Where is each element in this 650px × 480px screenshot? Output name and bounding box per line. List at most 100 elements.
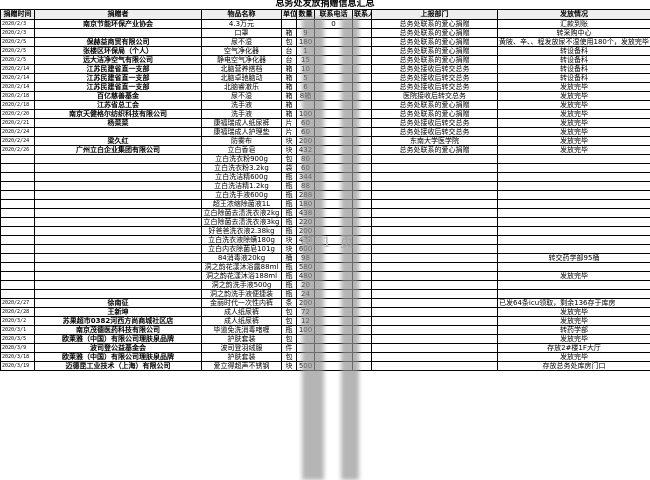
table-row: 立白洗手液600g瓶288 (0, 190, 650, 200)
table-cell: 2020/2/5 (0, 37, 35, 47)
table-cell: 康福瑞成人护理垫 (201, 127, 282, 137)
table-cell: 箱 (281, 64, 297, 74)
table-cell: 立白除菌去渍洗衣液2kg (201, 208, 282, 218)
table-cell: 2020/2/27 (0, 298, 35, 308)
table-cell: 发放完毕 (497, 307, 650, 317)
table-cell: 发放完毕 (497, 352, 650, 362)
table-cell: 包 (281, 154, 297, 164)
table-cell: 4.3万元 (201, 19, 282, 29)
table-cell: 转药学部 (497, 325, 650, 335)
table-cell (34, 289, 202, 299)
table-cell (371, 316, 498, 326)
table-row: 2020/3/2苏果超市0382河西方尚商城社区店成人纸尿裤包12发放完毕 (0, 316, 650, 326)
column-header: 上报部门 (371, 9, 498, 20)
table-cell (34, 208, 202, 218)
table-cell (34, 217, 202, 227)
table-cell (0, 163, 35, 173)
table-cell: 块 (281, 136, 297, 146)
table-cell: 2020/2/14 (0, 73, 35, 83)
table-cell (34, 190, 202, 200)
table-cell (371, 280, 498, 290)
table-cell (497, 181, 650, 191)
table-cell (497, 154, 650, 164)
table-cell: 欧莱雅（中国）有限公司理肤泉品牌 (34, 352, 202, 362)
table-row: 2020/2/26广州立白企业集团有限公司立白香皂块432总务处联系的爱心捐赠发… (0, 145, 650, 155)
table-row: 超王浓缩除菌液1L瓶180 (0, 199, 650, 209)
header-row: 捐赠时间捐赠者物品名称单位数量联系电话联系人上报部门发放情况 (0, 9, 650, 20)
table-cell (34, 163, 202, 173)
table-cell: 转交药学部95桶 (497, 253, 650, 263)
table-cell (497, 199, 650, 209)
table-row: 立白洗衣粉900g包80 (0, 154, 650, 164)
table-cell (0, 217, 35, 227)
table-cell: 东南大学医学院 (371, 136, 498, 146)
table-cell: 总务处联系的爱心捐赠 (371, 145, 498, 155)
table-cell: 立白内衣除菌皂101g (201, 244, 282, 254)
table-cell: 立白香皂 (201, 145, 282, 155)
table-cell: 总务处联系的爱心捐赠 (371, 100, 498, 110)
table-cell: 已发64条icu领取，剩余136存于库房 (497, 298, 650, 308)
table-cell (371, 172, 498, 182)
table-row: 2020/2/5保赫益商贸有限公司尿不湿包180总务处联系的爱心捐赠黄陂、辛、、… (0, 37, 650, 47)
table-cell: 江苏民建省直一支部 (34, 82, 202, 92)
table-cell: 2020/2/14 (0, 64, 35, 74)
table-row: 2020/2/14江苏民建省直一支部北脑营养搭档箱10总务处接收后转交总务转设备… (0, 64, 650, 74)
table-row: 2020/2/21杨菜菜康福瑞成人纸尿裤片60总务处接收后转交总务发放完毕 (0, 118, 650, 128)
table-row: 2020/2/14江苏民建省直一支部北脑卓驰脑动箱5总务处接收后转交总务转设备科 (0, 73, 650, 83)
table-cell: 瓶 (281, 325, 297, 335)
table-cell: 北脑卓驰脑动 (201, 73, 282, 83)
table-cell: 波司登公益基金会 (34, 343, 202, 353)
table-cell (34, 199, 202, 209)
table-cell: 苏果超市0382河西方尚商城社区店 (34, 316, 202, 326)
table-row: 2020/2/24康福瑞成人护理垫片60总务处接收后转交总务发放完毕 (0, 127, 650, 137)
table-cell (0, 280, 35, 290)
table-row: 洞之韵洗手液500g瓶20 (0, 280, 650, 290)
table-cell (34, 280, 202, 290)
table-cell: 发放完毕 (497, 271, 650, 281)
table-cell: 金丽时代一次性内裤 (201, 298, 282, 308)
table-cell: 包 (281, 316, 297, 326)
table-cell: 广州立白企业集团有限公司 (34, 145, 202, 155)
table-cell (34, 271, 202, 281)
table-cell: 包 (281, 37, 297, 47)
table-row: 2020/3/5 欧莱雅（中国）有限公司理肤泉品牌 护肤套装包 发放完毕 (0, 334, 650, 344)
table-cell: 总务处接收后转交总务 (371, 127, 498, 137)
table-cell: 2020/2/3 (0, 19, 35, 29)
table-cell: 张楼区环保局（个人） (34, 46, 202, 56)
table-cell: 2020/2/5 (0, 46, 35, 56)
table-cell: 瓶 (281, 190, 297, 200)
table-cell: 瓶 (281, 280, 297, 290)
table-row: 2020/2/27徐南征金丽时代一次性内裤条200已发64条icu领取，剩余13… (0, 298, 650, 308)
table-cell (371, 235, 498, 245)
table-cell (0, 172, 35, 182)
table-cell (371, 163, 498, 173)
table-cell: 超王浓缩除菌液1L (201, 199, 282, 209)
table-cell: 成人纸尿裤 (201, 316, 282, 326)
table-cell: 立白除菌去渍洗衣液3kg (201, 217, 282, 227)
table-cell: 总务处接收后转交总务 (371, 118, 498, 128)
table-cell: 远大洁净空气有限公司 (34, 55, 202, 65)
table-row: 84消毒液20kg桶98转交药学部95桶 (0, 253, 650, 263)
table-cell (371, 262, 498, 272)
table-cell: 片 (281, 118, 297, 128)
table-row: 2020/2/28王新坤成人纸尿裤包72发放完毕 (0, 307, 650, 317)
table-cell: 总务处联系的爱心捐赠 (371, 28, 498, 38)
table-cell: 2020/3/2 (0, 316, 35, 326)
table-row: 2020/2/20南京天健格尔纺织科技有限公司洗手液箱100总务处联系的爱心捐赠… (0, 109, 650, 119)
table-cell: 防雾布 (201, 136, 282, 146)
table-cell: 件 (281, 343, 297, 353)
table-cell: 发放完毕 (497, 82, 650, 92)
column-header: 单位 (281, 9, 297, 20)
table-row: 洞之韵花漾沐浴露88ml瓶580 (0, 262, 650, 272)
table-cell (371, 253, 498, 263)
table-cell: 成人纸尿裤 (201, 307, 282, 317)
table-cell: 保赫益商贸有限公司 (34, 37, 202, 47)
redaction-block (302, 18, 324, 480)
table-cell (34, 127, 202, 137)
table-cell: 护肤套装 (201, 352, 282, 362)
table-cell (497, 244, 650, 254)
table-cell (371, 325, 498, 335)
table-cell: 2020/2/24 (0, 127, 35, 137)
table-cell: 发放完毕 (497, 316, 650, 326)
table-cell: 袋 (281, 163, 297, 173)
